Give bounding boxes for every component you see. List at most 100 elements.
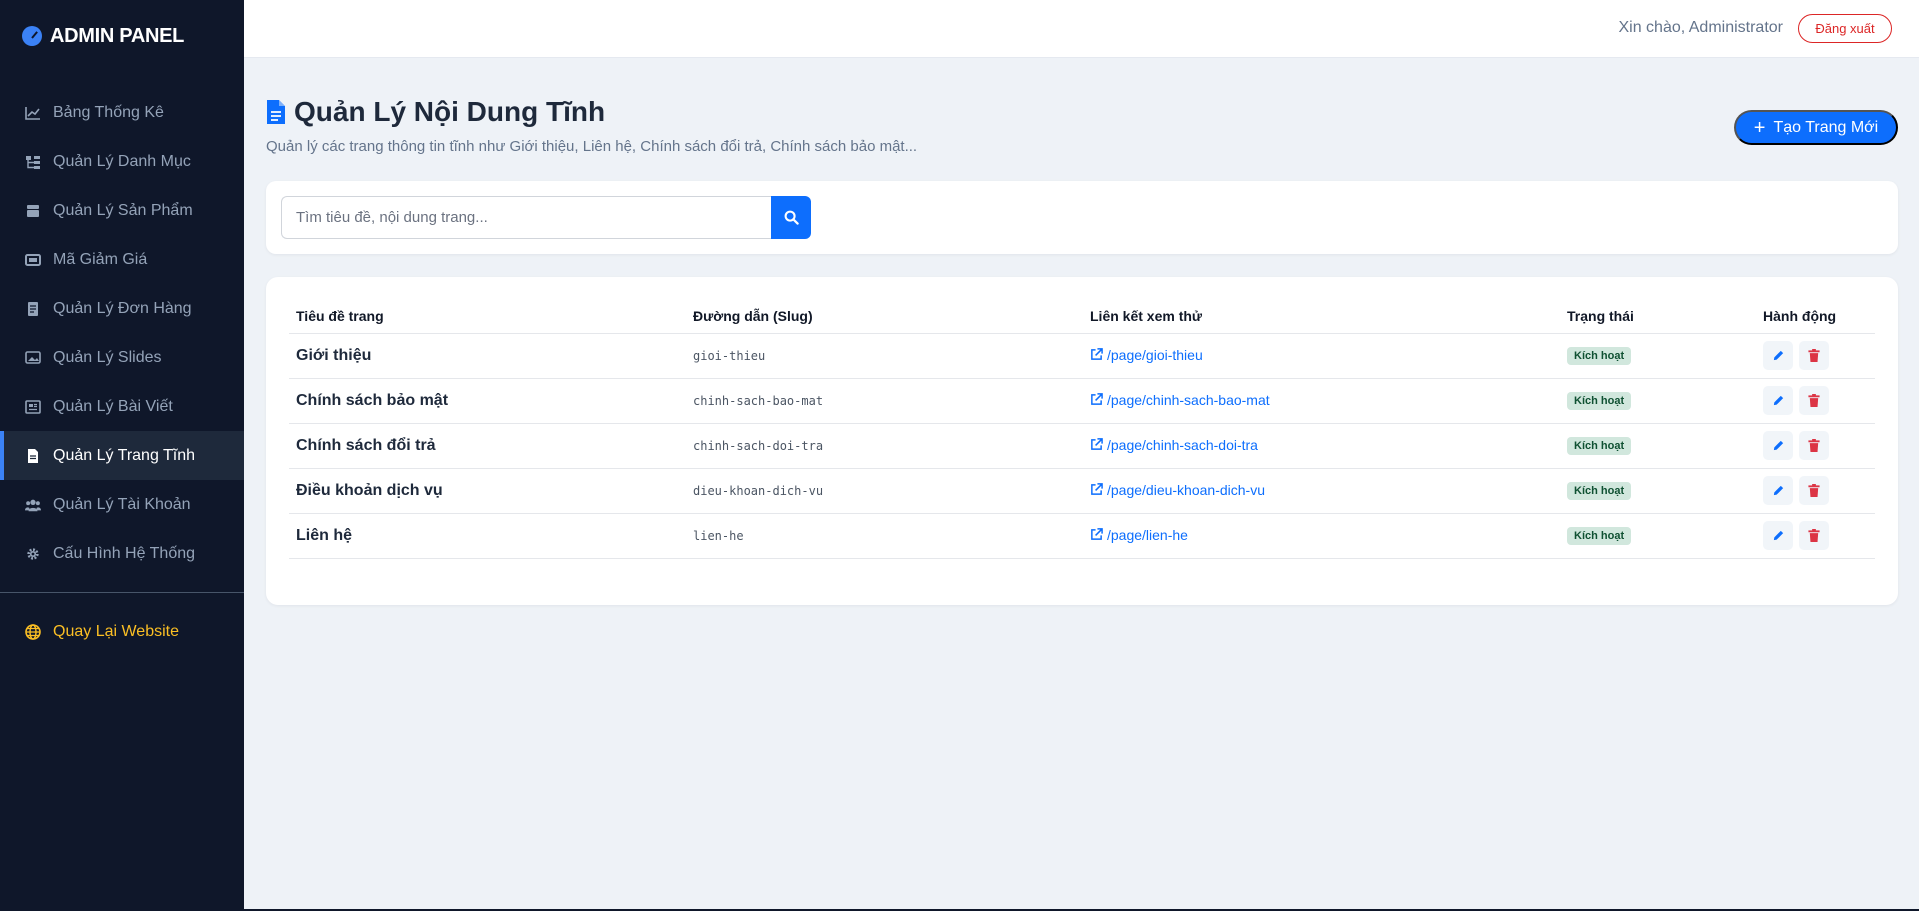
table-row: Chính sách đổi trả chinh-sach-doi-tra /p… [289, 423, 1875, 469]
delete-button[interactable] [1799, 476, 1829, 505]
trash-icon [1808, 484, 1820, 497]
sidebar-item-label: Quản Lý Danh Mục [53, 152, 191, 170]
gear-icon [27, 547, 39, 560]
pages-table: Tiêu đề trang Đường dẫn (Slug) Liên kết … [289, 299, 1875, 559]
pencil-icon [1773, 440, 1783, 451]
external-link-icon [1091, 528, 1103, 541]
sitemap-icon [26, 155, 40, 169]
edit-button[interactable] [1763, 341, 1793, 370]
preview-link[interactable]: /page/lien-he [1090, 527, 1188, 543]
page-title-text: Quản Lý Nội Dung Tĩnh [294, 96, 606, 127]
pencil-icon [1773, 350, 1783, 361]
column-header-title: Tiêu đề trang [289, 299, 686, 334]
sidebar-item-settings[interactable]: Cấu Hình Hệ Thống [0, 529, 244, 578]
page-title-cell: Liên hệ [289, 513, 686, 559]
table-row: Chính sách bảo mật chinh-sach-bao-mat /p… [289, 378, 1875, 424]
preview-link-text: /page/lien-he [1107, 526, 1188, 543]
edit-button[interactable] [1763, 386, 1793, 415]
sidebar-item-label: Quản Lý Sản Phẩm [53, 201, 193, 219]
sidebar-item-label: Quản Lý Bài Viết [53, 397, 173, 415]
search-card [266, 181, 1898, 254]
sidebar-item-label: Bảng Thống Kê [53, 103, 164, 121]
trash-icon [1808, 529, 1820, 542]
preview-link[interactable]: /page/gioi-thieu [1090, 347, 1203, 363]
preview-link[interactable]: /page/chinh-sach-doi-tra [1090, 437, 1258, 453]
sidebar: ADMIN PANEL Bảng Thống Kê Quản Lý Danh M… [0, 0, 244, 911]
delete-button[interactable] [1799, 521, 1829, 550]
status-badge: Kích hoạt [1567, 437, 1632, 455]
page-title: Quản Lý Nội Dung Tĩnh [266, 96, 605, 128]
trash-icon [1808, 439, 1820, 452]
sidebar-item-label: Quản Lý Tài Khoản [53, 495, 191, 513]
receipt-icon [28, 301, 38, 316]
sidebar-item-dashboard[interactable]: Bảng Thống Kê [0, 88, 244, 137]
search-input[interactable] [281, 196, 771, 239]
ticket-icon [25, 253, 41, 266]
brand[interactable]: ADMIN PANEL [0, 0, 244, 72]
table-row: Điều khoản dịch vụ dieu-khoan-dich-vu /p… [289, 468, 1875, 514]
slug-cell: gioi-thieu [686, 333, 1083, 379]
column-header-slug: Đường dẫn (Slug) [686, 299, 1083, 334]
back-link-label: Quay Lại Website [53, 623, 179, 640]
logout-button[interactable]: Đăng xuất [1798, 14, 1892, 43]
box-icon [27, 204, 39, 217]
sidebar-item-products[interactable]: Quản Lý Sản Phẩm [0, 186, 244, 235]
external-link-icon [1091, 393, 1103, 406]
search-button[interactable] [771, 196, 811, 239]
external-link-icon [1091, 348, 1103, 361]
page-title-cell: Giới thiệu [289, 333, 686, 379]
sidebar-item-categories[interactable]: Quản Lý Danh Mục [0, 137, 244, 186]
sidebar-item-label: Quản Lý Slides [53, 348, 162, 366]
globe-icon [25, 624, 41, 640]
chart-line-icon [25, 106, 40, 120]
sidebar-item-label: Mã Giảm Giá [53, 250, 148, 268]
create-page-button[interactable]: + Tạo Trang Mới [1734, 110, 1898, 145]
status-badge: Kích hoạt [1567, 482, 1632, 500]
preview-link[interactable]: /page/chinh-sach-bao-mat [1090, 392, 1270, 408]
sidebar-item-label: Quản Lý Trang Tĩnh [53, 446, 196, 464]
column-header-actions: Hành động [1756, 299, 1875, 334]
preview-link-text: /page/dieu-khoan-dich-vu [1107, 481, 1265, 498]
column-header-preview: Liên kết xem thử [1083, 299, 1560, 334]
users-icon [25, 499, 41, 511]
edit-button[interactable] [1763, 431, 1793, 460]
sidebar-item-posts[interactable]: Quản Lý Bài Viết [0, 382, 244, 431]
preview-link[interactable]: /page/dieu-khoan-dich-vu [1090, 482, 1265, 498]
delete-button[interactable] [1799, 431, 1829, 460]
table-row: Giới thiệu gioi-thieu /page/gioi-thieu K… [289, 333, 1875, 379]
pencil-icon [1773, 530, 1783, 541]
status-badge: Kích hoạt [1567, 392, 1632, 410]
sidebar-item-static-pages[interactable]: Quản Lý Trang Tĩnh [0, 431, 244, 480]
table-header-row: Tiêu đề trang Đường dẫn (Slug) Liên kết … [289, 299, 1875, 334]
preview-link-text: /page/chinh-sach-doi-tra [1107, 436, 1258, 453]
preview-link-text: /page/chinh-sach-bao-mat [1107, 391, 1270, 408]
gauge-logo-icon [22, 26, 42, 46]
sidebar-item-label: Quản Lý Đơn Hàng [53, 299, 192, 317]
delete-button[interactable] [1799, 341, 1829, 370]
status-badge: Kích hoạt [1567, 527, 1632, 545]
newspaper-icon [25, 399, 41, 414]
sidebar-divider [0, 592, 244, 593]
file-alt-icon [267, 100, 285, 124]
file-icon [28, 448, 38, 463]
sidebar-item-slides[interactable]: Quản Lý Slides [0, 333, 244, 382]
pages-table-card: Tiêu đề trang Đường dẫn (Slug) Liên kết … [266, 277, 1898, 605]
page-title-cell: Chính sách đổi trả [289, 423, 686, 469]
sidebar-item-label: Cấu Hình Hệ Thống [53, 544, 196, 562]
plus-icon: + [1753, 116, 1766, 139]
sidebar-item-coupons[interactable]: Mã Giảm Giá [0, 235, 244, 284]
sidebar-nav: Bảng Thống Kê Quản Lý Danh Mục Quản Lý S… [0, 88, 244, 578]
sidebar-item-orders[interactable]: Quản Lý Đơn Hàng [0, 284, 244, 333]
sidebar-item-accounts[interactable]: Quản Lý Tài Khoản [0, 480, 244, 529]
delete-button[interactable] [1799, 386, 1829, 415]
table-row: Liên hệ lien-he /page/lien-he Kích hoạt [289, 513, 1875, 559]
back-to-website-link[interactable]: Quay Lại Website [0, 615, 244, 649]
edit-button[interactable] [1763, 476, 1793, 505]
trash-icon [1808, 349, 1820, 362]
status-badge: Kích hoạt [1567, 347, 1632, 365]
page-subtitle: Quản lý các trang thông tin tĩnh như Giớ… [266, 138, 918, 155]
edit-button[interactable] [1763, 521, 1793, 550]
images-icon [25, 350, 41, 364]
page-title-cell: Điều khoản dịch vụ [289, 468, 686, 514]
external-link-icon [1091, 483, 1103, 496]
